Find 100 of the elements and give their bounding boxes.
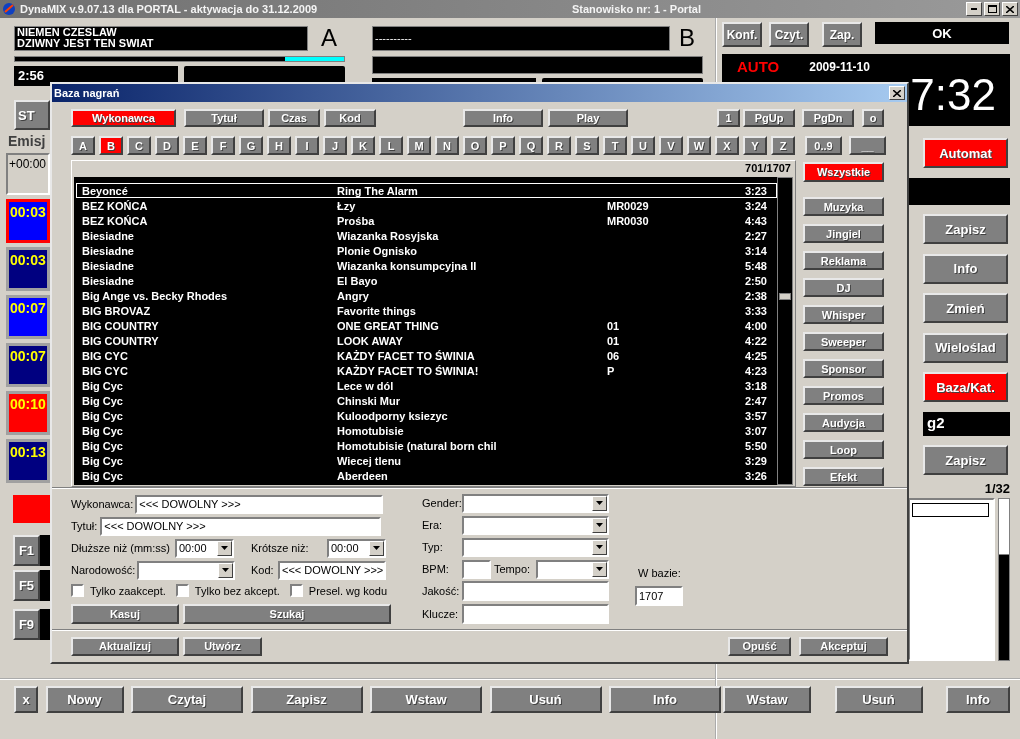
- playlist-item[interactable]: 00:07: [6, 295, 50, 339]
- page-button[interactable]: PgUp: [743, 109, 795, 127]
- checkbox[interactable]: [289, 584, 303, 597]
- letter-button[interactable]: W: [687, 136, 711, 155]
- letter-button[interactable]: C: [127, 136, 151, 155]
- form-button[interactable]: Szukaj: [183, 604, 391, 624]
- letter-button[interactable]: N: [435, 136, 459, 155]
- dropdown-field[interactable]: [462, 537, 609, 557]
- playlist-item[interactable]: 00:03: [6, 199, 50, 243]
- toolbar-button[interactable]: Usuń: [489, 686, 602, 713]
- letter-button[interactable]: V: [659, 136, 683, 155]
- letter-button[interactable]: M: [407, 136, 431, 155]
- sort-tab[interactable]: Czas: [268, 109, 320, 127]
- playlist-item[interactable]: 00:03: [6, 247, 50, 291]
- playlist-item[interactable]: 00:10: [6, 391, 50, 435]
- close-button[interactable]: [1002, 2, 1018, 16]
- category-button[interactable]: Muzyka: [803, 197, 884, 216]
- list-row[interactable]: Biesiadne Wiazanka Rosyjska 2:27: [76, 228, 777, 243]
- letter-button[interactable]: Z: [771, 136, 795, 155]
- list-row[interactable]: Beyoncé Ring The Alarm 3:23: [76, 183, 777, 198]
- letter-button[interactable]: E: [183, 136, 207, 155]
- toolbar-button[interactable]: Info: [946, 686, 1010, 713]
- letter-button[interactable]: S: [575, 136, 599, 155]
- toolbar-button[interactable]: Zap.: [822, 22, 862, 47]
- sort-tab[interactable]: Wykonawca: [71, 109, 176, 127]
- function-key[interactable]: F9: [13, 609, 40, 640]
- category-button[interactable]: Whisper: [803, 305, 884, 324]
- toolbar-button[interactable]: Zapisz: [250, 686, 363, 713]
- category-button[interactable]: Loop: [803, 440, 884, 459]
- letter-button[interactable]: P: [491, 136, 515, 155]
- side-button[interactable]: Automat: [923, 138, 1008, 168]
- list-row[interactable]: [912, 503, 989, 517]
- input-field[interactable]: <<< DOWOLNY >>>: [100, 516, 382, 536]
- side-button[interactable]: Zapisz: [923, 214, 1008, 244]
- toolbar-button[interactable]: Konf.: [722, 22, 762, 47]
- letter-button[interactable]: __: [849, 136, 886, 155]
- list-row[interactable]: Biesiadne Wiazanka konsumpcyjna II 5:48: [76, 258, 777, 273]
- category-button[interactable]: Jingiel: [803, 224, 884, 243]
- input-field[interactable]: <<< DOWOLNY >>>: [278, 560, 386, 580]
- letter-button[interactable]: T: [603, 136, 627, 155]
- stop-button[interactable]: ST: [14, 100, 50, 130]
- category-button[interactable]: Sweeper: [803, 332, 884, 351]
- toolbar-button[interactable]: Play: [548, 109, 628, 127]
- category-button[interactable]: DJ: [803, 278, 884, 297]
- list-row[interactable]: BIG BROVAZ Favorite things 3:33: [76, 303, 777, 318]
- letter-button[interactable]: A: [71, 136, 95, 155]
- input-field[interactable]: [462, 581, 609, 601]
- footer-button[interactable]: Aktualizuj: [71, 636, 179, 656]
- toolbar-button[interactable]: Info: [609, 686, 721, 713]
- letter-button[interactable]: R: [547, 136, 571, 155]
- list-row[interactable]: BEZ KOŃCA Łzy MR0029 3:24: [76, 198, 777, 213]
- toolbar-button[interactable]: Usuń: [834, 686, 923, 713]
- dropdown-field[interactable]: [536, 559, 609, 579]
- side-button[interactable]: Baza/Kat.: [923, 372, 1008, 402]
- footer-button[interactable]: Akceptuj: [799, 636, 888, 656]
- category-button[interactable]: Audycja: [803, 413, 884, 432]
- form-button[interactable]: Kasuj: [71, 604, 179, 624]
- letter-button[interactable]: 0..9: [805, 136, 842, 155]
- list-row[interactable]: BIG COUNTRY ONE GREAT THING 01 4:00: [76, 318, 777, 333]
- function-key[interactable]: F1: [13, 535, 40, 566]
- sort-tab[interactable]: Tytuł: [184, 109, 264, 127]
- input-field[interactable]: <<< DOWOLNY >>>: [135, 494, 384, 514]
- checkbox[interactable]: [175, 584, 189, 597]
- letter-button[interactable]: D: [155, 136, 179, 155]
- page-button[interactable]: o: [862, 109, 884, 127]
- list-row[interactable]: Big Cyc Homotubisie 3:07: [76, 423, 777, 438]
- dropdown-field[interactable]: [137, 560, 235, 580]
- close-button[interactable]: [889, 86, 905, 100]
- list-row[interactable]: Big Cyc Lece w dól 3:18: [76, 378, 777, 393]
- list-row[interactable]: Big Ange vs. Becky Rhodes Angry 2:38: [76, 288, 777, 303]
- toolbar-button[interactable]: Czytaj: [131, 686, 243, 713]
- letter-button[interactable]: K: [351, 136, 375, 155]
- footer-button[interactable]: Opuść: [728, 636, 791, 656]
- letter-button[interactable]: J: [323, 136, 347, 155]
- toolbar-button[interactable]: Wstaw: [370, 686, 482, 713]
- list-row[interactable]: Big Cyc Wiecej tlenu 3:29: [76, 453, 777, 468]
- dropdown-field[interactable]: 00:00: [175, 538, 234, 558]
- list-row[interactable]: Biesiadne Plonie Ognisko 3:14: [76, 243, 777, 258]
- playlist-item[interactable]: 00:13: [6, 439, 50, 483]
- toolbar-button[interactable]: Wstaw: [723, 686, 811, 713]
- maximize-button[interactable]: [984, 2, 1000, 16]
- function-key[interactable]: F5: [13, 570, 40, 601]
- side-button[interactable]: Info: [923, 253, 1008, 284]
- toolbar-button[interactable]: Nowy: [45, 686, 124, 713]
- side-button[interactable]: Wieloślad: [923, 332, 1008, 363]
- letter-button[interactable]: X: [715, 136, 739, 155]
- letter-button[interactable]: Q: [519, 136, 543, 155]
- category-button[interactable]: Reklama: [803, 251, 884, 270]
- checkbox[interactable]: [71, 584, 84, 597]
- letter-button[interactable]: I: [295, 136, 319, 155]
- letter-button[interactable]: F: [211, 136, 235, 155]
- letter-button[interactable]: G: [239, 136, 263, 155]
- letter-button[interactable]: U: [631, 136, 655, 155]
- toolbar-button[interactable]: Czyt.: [769, 22, 809, 47]
- category-button[interactable]: Efekt: [803, 467, 884, 486]
- category-button[interactable]: Promos: [803, 386, 884, 405]
- page-button[interactable]: 1: [717, 109, 740, 127]
- category-button[interactable]: Wszystkie: [803, 162, 884, 182]
- list-row[interactable]: Big Cyc Chinski Mur 2:47: [76, 393, 777, 408]
- letter-button[interactable]: O: [463, 136, 487, 155]
